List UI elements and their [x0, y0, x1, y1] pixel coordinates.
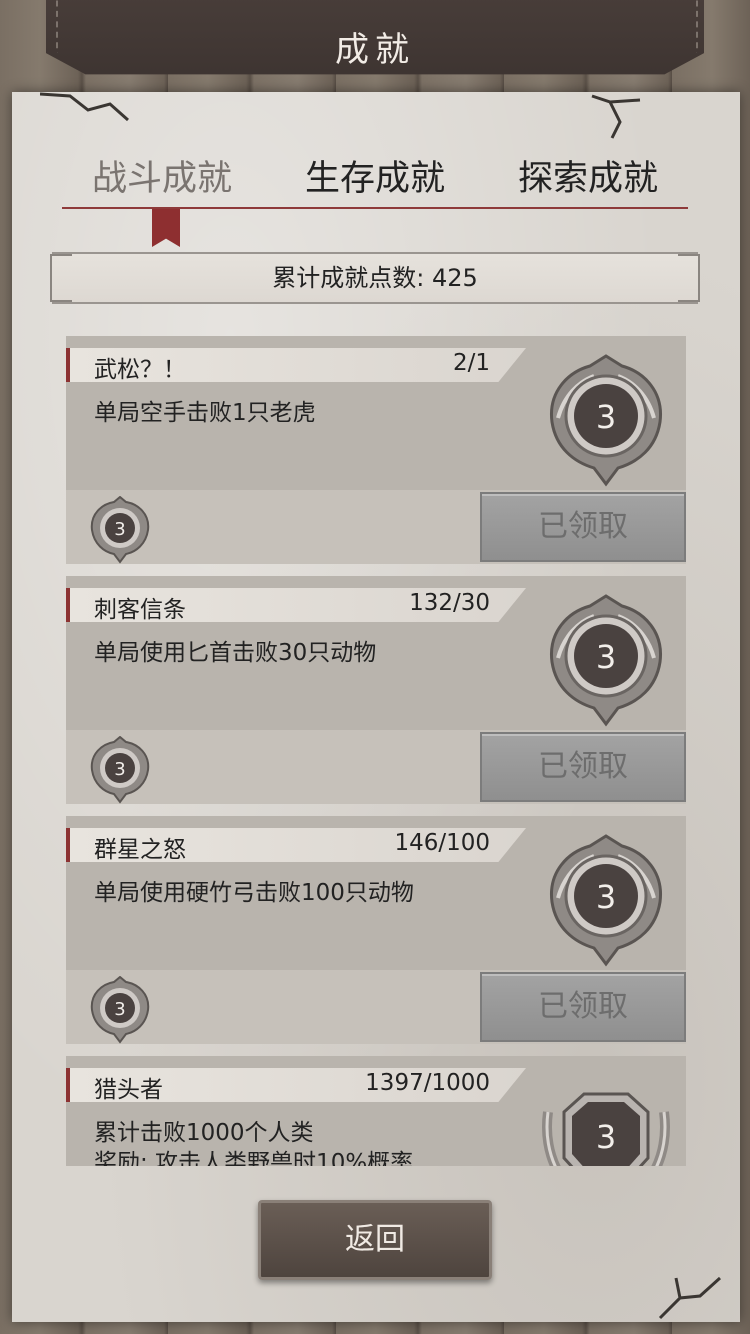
achievement-name: 群星之怒	[94, 837, 186, 863]
tab-bar: 战斗成就 生存成就 探索成就	[62, 155, 688, 207]
achievement-list[interactable]: 武松？！ 2/1 单局空手击败1只老虎 3 3 已领取 刺客信条 132/30 …	[66, 336, 686, 1166]
laurel-medal-icon: 3	[550, 834, 662, 967]
tab-combat[interactable]: 战斗成就	[62, 155, 262, 207]
achievement-card: 猎头者 1397/1000 累计击败1000个人类 奖励: 攻击人类野兽时10%…	[66, 1056, 686, 1166]
crack-decoration-icon	[591, 94, 641, 139]
medal-level: 3	[596, 1118, 616, 1156]
laurel-medal-icon: 3	[550, 354, 662, 487]
bracket-right-icon	[678, 254, 700, 302]
tab-exploration[interactable]: 探索成就	[488, 155, 688, 207]
achievement-description-line: 累计击败1000个人类	[94, 1120, 314, 1146]
small-medal-level: 3	[114, 999, 125, 1020]
achievement-description: 单局使用硬竹弓击败100只动物	[94, 880, 414, 906]
achievement-points: 累计成就点数: 425	[272, 264, 478, 292]
crack-decoration-icon	[40, 92, 129, 122]
bracket-left-icon	[50, 254, 72, 302]
medal-level: 3	[596, 878, 616, 916]
achievement-card: 刺客信条 132/30 单局使用匕首击败30只动物 3 3 已领取	[66, 576, 686, 804]
medal-level: 3	[596, 398, 616, 436]
achievement-card: 武松？！ 2/1 单局空手击败1只老虎 3 3 已领取	[66, 336, 686, 564]
back-button[interactable]: 返回	[258, 1200, 492, 1280]
small-medal-icon: 3	[90, 976, 150, 1044]
achievement-progress: 132/30	[409, 590, 490, 616]
achievement-progress: 2/1	[452, 350, 490, 376]
achievement-progress: 146/100	[394, 830, 490, 856]
crack-decoration-icon	[658, 1276, 722, 1320]
tab-survival[interactable]: 生存成就	[275, 155, 475, 207]
achievement-name: 刺客信条	[94, 597, 186, 623]
achievement-description: 单局使用匕首击败30只动物	[94, 640, 377, 666]
page-title: 成就	[335, 30, 415, 70]
achievement-description: 累计击败1000个人类 奖励: 攻击人类野兽时10%概率	[94, 1118, 413, 1166]
achievement-progress: 1397/1000	[365, 1070, 490, 1096]
claimed-button[interactable]: 已领取	[480, 492, 686, 562]
achievement-points-bar: 累计成就点数: 425	[50, 252, 700, 304]
achievement-card: 群星之怒 146/100 单局使用硬竹弓击败100只动物 3 3 已领取	[66, 816, 686, 1044]
medal-level: 3	[596, 638, 616, 676]
shield-medal-icon: 3	[542, 1092, 670, 1166]
tab-underline	[62, 207, 688, 209]
claimed-button[interactable]: 已领取	[480, 732, 686, 802]
achievement-name: 猎头者	[94, 1077, 163, 1103]
achievement-description: 单局空手击败1只老虎	[94, 400, 316, 426]
small-medal-icon: 3	[90, 496, 150, 564]
achievement-reward-line: 奖励: 攻击人类野兽时10%概率	[94, 1150, 414, 1166]
small-medal-icon: 3	[90, 736, 150, 804]
achievement-name: 武松？！	[94, 357, 186, 383]
small-medal-level: 3	[114, 759, 125, 780]
small-medal-level: 3	[114, 519, 125, 540]
claimed-button[interactable]: 已领取	[480, 972, 686, 1042]
laurel-medal-icon: 3	[550, 594, 662, 727]
